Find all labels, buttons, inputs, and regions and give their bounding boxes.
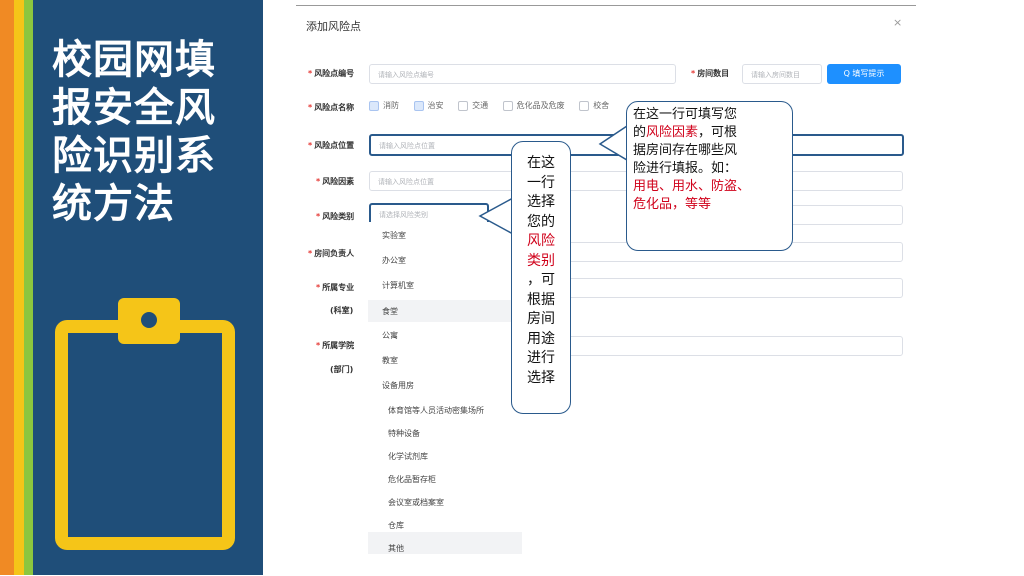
checkbox-school-building[interactable]: 校舍: [579, 100, 609, 111]
dropdown-item[interactable]: 体育馆等人员活动密集场所: [388, 405, 484, 416]
name-label: * 风险点名称: [308, 103, 355, 112]
stripe-yellow: [14, 0, 24, 575]
college-sublabel: (部门): [330, 365, 354, 374]
sidebar-title: 校园网填报安全风险识别系统方法: [52, 36, 216, 227]
callout-line: 在这一行可填写您: [633, 107, 738, 122]
category-callout: 在这 一行 选择 您的 风险 类别 ，可 根据 房间 用途 进行 选择: [511, 141, 571, 414]
checkbox-traffic[interactable]: 交通: [458, 100, 488, 111]
checkbox-fire[interactable]: 消防: [369, 100, 399, 111]
dropdown-item[interactable]: 食堂: [382, 306, 398, 317]
dropdown-item[interactable]: 教室: [382, 355, 398, 366]
category-label: * 风险类别: [316, 212, 355, 221]
callout-left-pointer: [478, 196, 514, 236]
callout-line: 您的: [527, 213, 555, 230]
owner-label: * 房间负责人: [308, 249, 355, 258]
dropdown-item[interactable]: 办公室: [382, 255, 406, 266]
dropdown-item[interactable]: 特种设备: [388, 428, 420, 439]
dropdown-item[interactable]: 其他: [388, 543, 404, 554]
factor-label: * 风险因素: [316, 177, 355, 186]
dropdown-item[interactable]: 实验室: [382, 230, 406, 241]
dropdown-item[interactable]: 仓库: [388, 520, 404, 531]
callout-line: 用电、用水、防盗、: [633, 179, 751, 194]
callout-line: 一行: [527, 174, 555, 191]
college-label: * 所属学院: [316, 341, 355, 350]
callout-line: 在这: [527, 155, 555, 171]
checkbox-security[interactable]: 治安: [413, 100, 444, 111]
callout-line: 进行: [527, 350, 555, 366]
major-label: * 所属专业: [316, 283, 355, 292]
callout-line: 用途: [527, 330, 555, 347]
code-label: * 风险点编号: [308, 69, 355, 78]
callout-line: 选择: [527, 194, 555, 210]
location-label: * 风险点位置: [308, 141, 355, 150]
stripe-orange: [0, 0, 14, 575]
clipboard-clip-hole: [141, 312, 157, 328]
rooms-label: * 房间数目: [691, 69, 730, 78]
code-input[interactable]: 请输入风险点编号: [369, 64, 676, 84]
dropdown-item[interactable]: 设备用房: [382, 380, 414, 391]
callout-line: 房间: [527, 311, 555, 327]
clipboard-icon: [55, 320, 235, 550]
factor-callout: 在这一行可填写您 的风险因素，可根 据房间存在哪些风 险进行填报。如： 用电、用…: [626, 101, 793, 251]
rooms-input[interactable]: 请输入房间数目: [742, 64, 822, 84]
callout-line: 危化品，等等: [633, 197, 712, 212]
callout-line: 根据: [527, 291, 555, 308]
close-icon[interactable]: ×: [893, 16, 902, 29]
dropdown-item[interactable]: 会议室或档案室: [388, 497, 444, 508]
dropdown-item[interactable]: 计算机室: [382, 280, 414, 291]
category-dropdown: 实验室 办公室 计算机室 食堂 公寓 教室 设备用房 体育馆等人员活动密集场所 …: [368, 222, 522, 558]
callout-right-pointer: [598, 124, 628, 162]
checkbox-hazmat[interactable]: 危化品及危废: [502, 100, 565, 111]
callout-line: 险进行填报。如：: [633, 161, 738, 176]
dropdown-item[interactable]: 危化品暂存柜: [388, 474, 436, 485]
callout-line: 据房间存在哪些风: [633, 143, 738, 158]
callout-line: ，可: [527, 272, 555, 288]
stripe-green: [24, 0, 33, 575]
callout-line: 类别: [527, 252, 555, 269]
callout-line: 选择: [527, 369, 555, 386]
fill-hint-button[interactable]: Q 填写提示: [827, 64, 901, 84]
callout-line: 风险: [527, 233, 555, 249]
add-risk-point-dialog: 添加风险点 × * 风险点编号 请输入风险点编号 * 房间数目 请输入房间数目 Q …: [296, 5, 916, 576]
major-sublabel: (科室): [330, 306, 354, 315]
dropdown-item[interactable]: 公寓: [382, 330, 398, 341]
risk-type-checkboxes: 消防 治安 交通 危化品及危废 校舍: [369, 100, 621, 111]
dialog-title: 添加风险点: [306, 20, 361, 33]
callout-line: 的风险因素，可根: [633, 125, 738, 140]
dropdown-item[interactable]: 化学试剂库: [388, 451, 428, 462]
